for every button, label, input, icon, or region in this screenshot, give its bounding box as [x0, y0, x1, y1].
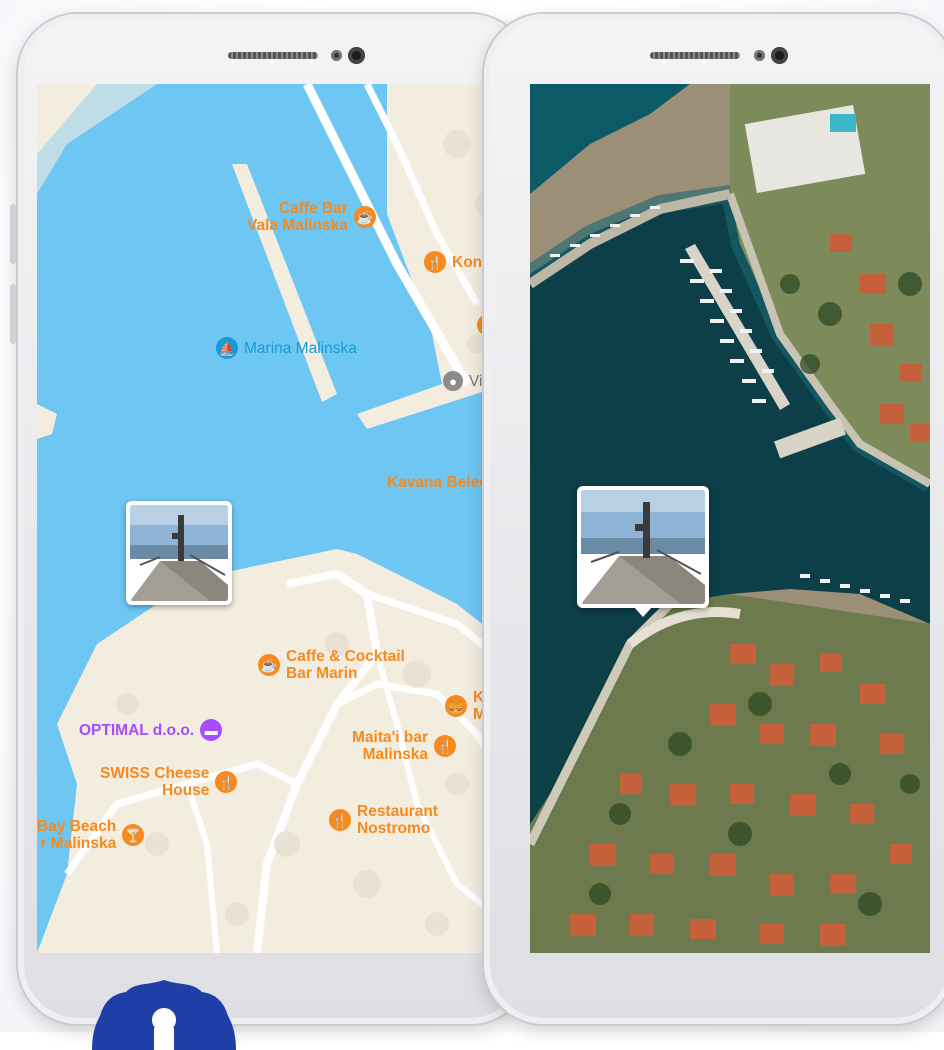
photo-marker[interactable]: [126, 501, 232, 605]
poi-marina-malinska[interactable]: ⛵ Marina Malinska: [216, 337, 357, 359]
poi-optimal[interactable]: OPTIMAL d.o.o. ▬: [79, 719, 223, 741]
poi-kavana-beleca[interactable]: Kavana Beleca: [387, 474, 496, 491]
badge-icon: [92, 980, 236, 1050]
poi-caffe-bar-vala[interactable]: Caffe Bar Vala Malinska ☕: [247, 200, 376, 234]
front-camera-icon: [771, 47, 788, 64]
poi-caffe-cocktail-marin[interactable]: ☕ Caffe & Cocktail Bar Marin: [258, 648, 405, 682]
fork-knife-icon: 🍴: [329, 809, 351, 831]
cocktail-icon: 🍸: [122, 824, 145, 846]
bed-icon: ▬: [200, 719, 223, 741]
poi-label: Caffe Bar Vala Malinska: [247, 200, 348, 234]
poi-restaurant-nostromo[interactable]: 🍴 Restaurant Nostromo: [329, 803, 438, 837]
poi-label: Caffe & Cocktail Bar Marin: [286, 648, 405, 682]
coffee-icon: ☕: [353, 206, 376, 228]
volume-button: [10, 284, 16, 344]
fork-knife-icon: 🍴: [434, 735, 457, 757]
poi-swiss-cheese[interactable]: SWISS Cheese House 🍴: [100, 765, 238, 799]
pier-photo-icon: [581, 490, 705, 604]
marker-pointer: [634, 607, 652, 617]
street-map-view[interactable]: Caffe Bar Vala Malinska ☕ 🍴 Konob ⚙ ⛵ Ma…: [37, 84, 507, 953]
pier-photo-icon: [130, 505, 228, 601]
sailboat-icon: ⛵: [216, 337, 238, 359]
front-camera-icon: [348, 47, 365, 64]
poi-label: Maita'i bar Malinska: [352, 729, 429, 763]
volume-button: [10, 204, 16, 264]
poi-label: SWISS Cheese House: [100, 765, 210, 799]
phone-frame-left: Caffe Bar Vala Malinska ☕ 🍴 Konob ⚙ ⛵ Ma…: [10, 14, 530, 1024]
fork-knife-icon: 🍴: [424, 251, 446, 273]
photo-marker[interactable]: [577, 486, 709, 617]
poi-label: Bay Beach r Malinska: [37, 818, 117, 852]
phone-frame-right: [484, 14, 944, 1024]
speaker-grille-icon: [228, 52, 318, 59]
fork-knife-icon: 🍴: [215, 771, 238, 793]
poi-label: Marina Malinska: [244, 339, 357, 357]
fast-food-icon: 🍔: [445, 695, 467, 717]
poi-maitai-bar[interactable]: Maita'i bar Malinska 🍴: [352, 729, 457, 763]
speaker-grille-icon: [650, 52, 740, 59]
satellite-map-view[interactable]: [530, 84, 930, 953]
circle-icon: ●: [443, 371, 463, 391]
sensor-icon: [754, 50, 765, 61]
sensor-icon: [331, 50, 342, 61]
poi-bay-beach[interactable]: Bay Beach r Malinska 🍸: [37, 818, 145, 852]
poi-label: Kavana Beleca: [387, 474, 497, 491]
poi-label: Restaurant Nostromo: [357, 803, 438, 837]
coffee-icon: ☕: [258, 654, 280, 676]
poi-label: OPTIMAL d.o.o.: [79, 721, 195, 739]
